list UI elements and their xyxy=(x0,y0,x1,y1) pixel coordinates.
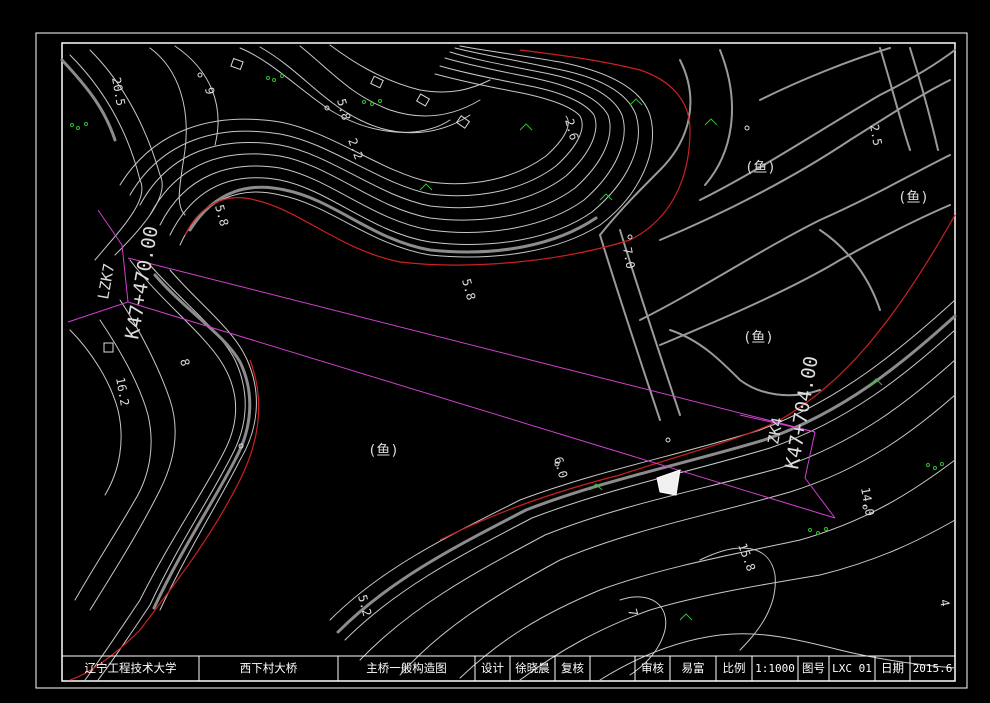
contour-group-right xyxy=(599,47,956,421)
elevation-label: 7.0 xyxy=(620,246,638,270)
audit-label: 审核 xyxy=(641,661,664,675)
drawing-title: 主桥一般构造图 xyxy=(366,661,447,675)
elevation-label: 4 xyxy=(937,598,952,608)
scale-label: 比例 xyxy=(722,661,746,675)
date-value: 2015.6 xyxy=(912,662,953,675)
elevation-label: 6.0 xyxy=(551,455,570,480)
scale-value: 1:1000 xyxy=(755,662,795,675)
elevation-label: 7 xyxy=(625,607,640,618)
drawing-no: LXC 01 xyxy=(832,662,872,675)
end-station-name: ZK4 xyxy=(764,416,786,446)
cad-drawing-canvas[interactable]: LZK7 K47+470.00 ZK4 K47+704.00 20.5 9 5.… xyxy=(0,0,990,703)
elevation-label: 14.0 xyxy=(858,486,877,517)
title-block: 辽宁工程技术大学 西下村大桥 主桥一般构造图 设计 徐晓晨 复核 审核 易富 比… xyxy=(62,656,955,681)
abutment-marker xyxy=(656,469,681,496)
fishpond-symbol: (鱼) xyxy=(743,329,774,346)
elevation-label: 2.6 xyxy=(562,117,581,142)
elevation-label: 20.5 xyxy=(109,76,128,107)
index-contours xyxy=(60,58,957,634)
water-boundary-lines xyxy=(69,49,956,681)
elevation-label: 5.8 xyxy=(334,97,353,122)
elevation-label: 5.8 xyxy=(459,277,478,302)
vegetation-symbols xyxy=(70,74,944,621)
reviewer-name xyxy=(590,656,635,681)
project-name: 西下村大桥 xyxy=(239,661,298,675)
elevation-label: 5.8 xyxy=(212,203,231,228)
elevation-label: 8 xyxy=(177,357,192,368)
elevation-label: 2.2 xyxy=(345,136,366,161)
start-station-name: LZK7 xyxy=(94,262,118,301)
fishpond-symbol: (鱼) xyxy=(745,159,776,176)
review-label: 复核 xyxy=(561,661,584,675)
contour-group-ridge xyxy=(119,45,654,258)
elevation-label: 15.8 xyxy=(735,541,758,573)
elevation-label: 2.5 xyxy=(867,123,885,147)
designer-name: 徐晓晨 xyxy=(515,661,550,675)
auditor-name: 易富 xyxy=(681,661,705,675)
fishpond-symbol: (鱼) xyxy=(368,442,399,459)
date-label: 日期 xyxy=(881,661,904,675)
station-labels: LZK7 K47+470.00 ZK4 K47+704.00 xyxy=(94,224,823,470)
drawing-no-label: 图号 xyxy=(802,661,825,675)
fishpond-symbol: (鱼) xyxy=(898,189,929,206)
elevation-label: 9 xyxy=(202,86,217,96)
school-name: 辽宁工程技术大学 xyxy=(84,661,177,675)
contour-group-upper-left xyxy=(69,44,491,261)
design-label: 设计 xyxy=(481,661,504,675)
contour-elevation-labels: 20.5 9 5.8 2.2 5.8 5.8 7.0 2.6 16.2 8 6.… xyxy=(109,76,952,618)
map-point-symbols xyxy=(103,57,868,510)
outer-frame xyxy=(35,32,968,689)
